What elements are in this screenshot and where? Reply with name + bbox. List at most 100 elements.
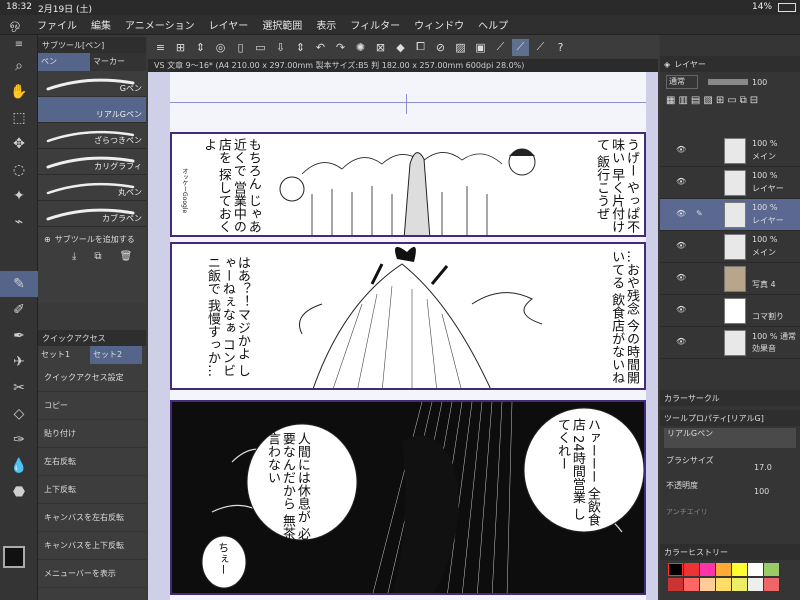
layer-item[interactable]: 👁 100 % メイン xyxy=(660,135,800,167)
layer-item[interactable]: 👁 コマ割り xyxy=(660,295,800,327)
move-icon[interactable]: ✥ xyxy=(0,131,38,157)
history-swatch[interactable] xyxy=(732,578,747,591)
zoom-icon[interactable]: ⌕ xyxy=(0,53,38,79)
magic-wand-icon[interactable]: ✦ xyxy=(0,183,38,209)
airbrush-icon[interactable]: ✈ xyxy=(0,349,38,375)
layer-folder-icon[interactable]: ▭ xyxy=(727,95,736,129)
duplicate-icon[interactable]: ⧉ xyxy=(94,251,101,262)
download-icon[interactable]: ⤓ xyxy=(72,251,76,262)
app-logo-icon[interactable]: ஒ xyxy=(0,17,30,33)
brush-kabura-pen[interactable]: カブラペン xyxy=(38,201,146,227)
quick-flip-horizontal[interactable]: 左右反転 xyxy=(38,448,146,476)
layer-item[interactable]: 👁 写真 4 xyxy=(660,263,800,295)
eyedropper-icon[interactable]: ⌁ xyxy=(0,209,38,235)
color-circle-header[interactable]: カラーサークル xyxy=(660,390,800,406)
fill-icon[interactable]: ✑ xyxy=(0,427,38,453)
history-swatch[interactable] xyxy=(668,578,683,591)
quick-paste[interactable]: 貼り付け xyxy=(38,420,146,448)
deselect-icon[interactable]: ⊘ xyxy=(432,39,449,56)
brush-rough-pen[interactable]: ざらつきペン xyxy=(38,123,146,149)
layer-ref-icon[interactable]: ▧ xyxy=(703,95,712,129)
page-icon[interactable]: ▯ xyxy=(232,39,249,56)
eye-icon[interactable]: 👁 xyxy=(676,273,686,282)
history-swatch[interactable] xyxy=(684,578,699,591)
blend-icon[interactable]: 💧 xyxy=(0,453,38,479)
spiral-icon[interactable]: ◎ xyxy=(212,39,229,56)
eye-icon[interactable]: 👁 xyxy=(676,177,686,186)
menu-window[interactable]: ウィンドウ xyxy=(407,17,471,32)
history-swatch[interactable] xyxy=(748,563,763,576)
bucket-icon[interactable]: ⬣ xyxy=(0,479,38,505)
trash-icon[interactable]: 🗑 xyxy=(120,251,133,262)
history-swatch[interactable] xyxy=(764,563,779,576)
clear-icon[interactable]: ⊠ xyxy=(372,39,389,56)
menu-help[interactable]: ヘルプ xyxy=(471,17,515,32)
brush-size-value[interactable]: 17.0 xyxy=(754,463,772,472)
layer-item-selected[interactable]: 👁 ✎ 100 % レイヤー xyxy=(660,199,800,231)
history-swatch[interactable] xyxy=(684,563,699,576)
loading-icon[interactable]: ✺ xyxy=(352,39,369,56)
brush-icon[interactable]: ✒ xyxy=(0,323,38,349)
pencil-icon[interactable]: ✐ xyxy=(0,297,38,323)
history-swatch[interactable] xyxy=(764,578,779,591)
tab-pen[interactable]: ペン xyxy=(38,53,90,71)
decoration-icon[interactable]: ✂ xyxy=(0,375,38,401)
quick-access-settings[interactable]: クイックアクセス設定 xyxy=(38,364,146,392)
palette-menu-icon[interactable]: ≡ xyxy=(0,35,38,53)
menu-selection[interactable]: 選択範囲 xyxy=(255,17,309,32)
menu-icon[interactable]: ≡ xyxy=(152,39,169,56)
history-swatch[interactable] xyxy=(700,578,715,591)
stepper-icon[interactable]: ⇕ xyxy=(192,39,209,56)
blend-mode-select[interactable]: 通常 xyxy=(666,75,698,89)
layer-item[interactable]: 👁 100 % レイヤー xyxy=(660,167,800,199)
menu-animation[interactable]: アニメーション xyxy=(118,17,202,32)
menu-view[interactable]: 表示 xyxy=(309,17,343,32)
layer-prop-icon[interactable]: ▦ xyxy=(666,95,675,129)
transform-icon[interactable]: ⧠ xyxy=(412,39,429,56)
undo-icon[interactable]: ↶ xyxy=(312,39,329,56)
canvas-area[interactable]: うげー やっぱ不味い 早く片付けて 飯行こうぜ もちろん じゃあ近くで 営業中の… xyxy=(148,72,658,600)
menu-file[interactable]: ファイル xyxy=(30,17,84,32)
main-color-swatch[interactable] xyxy=(3,546,25,568)
quick-canvas-flip-h[interactable]: キャンバスを左右反転 xyxy=(38,504,146,532)
quick-show-menubar[interactable]: メニューバーを表示 xyxy=(38,560,146,588)
redo-icon[interactable]: ↷ xyxy=(332,39,349,56)
history-swatch[interactable] xyxy=(700,563,715,576)
save-icon[interactable]: ⇩ xyxy=(272,39,289,56)
eye-icon[interactable]: 👁 xyxy=(676,209,686,218)
crop-icon[interactable]: ▨ xyxy=(452,39,469,56)
quick-flip-vertical[interactable]: 上下反転 xyxy=(38,476,146,504)
help-icon[interactable]: ? xyxy=(552,39,569,56)
menu-layer[interactable]: レイヤー xyxy=(202,17,256,32)
pen-icon[interactable]: ✎ xyxy=(0,271,38,297)
history-swatch[interactable] xyxy=(716,563,731,576)
quick-canvas-flip-v[interactable]: キャンバスを上下反転 xyxy=(38,532,146,560)
menu-edit[interactable]: 編集 xyxy=(84,17,118,32)
opacity-value[interactable]: 100 xyxy=(754,487,769,496)
lasso-icon[interactable]: ◌ xyxy=(0,157,38,183)
layer-delete-icon[interactable]: ⊟ xyxy=(750,95,758,129)
layer-item[interactable]: 👁 100 % 通常 効果音 xyxy=(660,327,800,359)
quick-copy[interactable]: コピー xyxy=(38,392,146,420)
history-swatch[interactable] xyxy=(716,578,731,591)
tab-set-2[interactable]: セット2 xyxy=(90,346,142,364)
brush-real-g-pen[interactable]: リアルGペン xyxy=(38,97,146,123)
tab-marker[interactable]: マーカー xyxy=(90,53,142,71)
snap-icon[interactable]: ⟋ xyxy=(512,38,529,56)
open-icon[interactable]: ▭ xyxy=(252,39,269,56)
brush-g-pen[interactable]: Gペン xyxy=(38,71,146,97)
ruler-icon[interactable]: ⟋ xyxy=(492,39,509,56)
eraser-icon[interactable]: ◇ xyxy=(0,401,38,427)
eye-icon[interactable]: 👁 xyxy=(676,145,686,154)
layer-lock-icon[interactable]: ▤ xyxy=(691,95,700,129)
invert-icon[interactable]: ▣ xyxy=(472,39,489,56)
document-tab[interactable]: VS 文章 9〜16* (A4 210.00 x 297.00mm 製本サイズ:… xyxy=(148,59,658,72)
hand-icon[interactable]: ✋ xyxy=(0,79,38,105)
history-swatch[interactable] xyxy=(668,563,683,576)
brush-maru-pen[interactable]: 丸ペン xyxy=(38,175,146,201)
eye-icon[interactable]: 👁 xyxy=(676,241,686,250)
fill-layer-icon[interactable]: ◆ xyxy=(392,39,409,56)
layer-item[interactable]: 👁 100 % メイン xyxy=(660,231,800,263)
menu-filter[interactable]: フィルター xyxy=(343,17,407,32)
history-swatch[interactable] xyxy=(732,563,747,576)
